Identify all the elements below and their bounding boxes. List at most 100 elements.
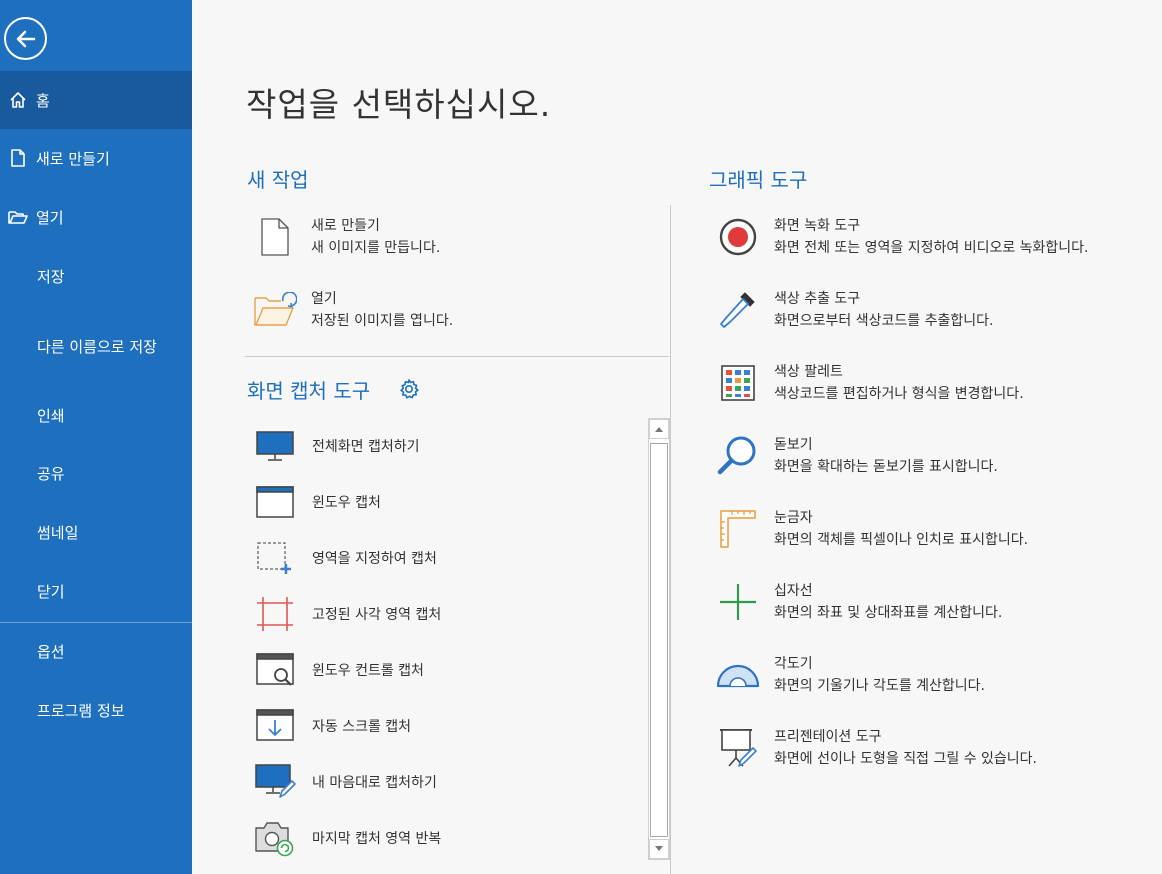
sidebar-item-save-as[interactable]: 다른 이름으로 저장 — [0, 317, 192, 375]
graphic-tool-color-picker[interactable]: 색상 추출 도구 화면으로부터 색상코드를 추출합니다. — [708, 288, 993, 332]
graphic-tool-palette[interactable]: 색상 팔레트 색상코드를 편집하거나 형식을 변경합니다. — [708, 361, 1024, 405]
capture-repeat-last[interactable]: 마지막 캡처 영역 반복 — [247, 813, 642, 863]
scroll-up-button[interactable] — [649, 419, 669, 439]
capture-region[interactable]: 영역을 지정하여 캡처 — [247, 533, 642, 583]
sidebar-item-label: 프로그램 정보 — [37, 701, 125, 720]
sidebar-item-about[interactable]: 프로그램 정보 — [0, 681, 192, 739]
sidebar-item-home[interactable]: 홈 — [0, 71, 192, 129]
item-desc: 저장된 이미지를 엽니다. — [311, 313, 454, 329]
sidebar-item-share[interactable]: 공유 — [0, 444, 192, 502]
graphic-tool-recorder[interactable]: 화면 녹화 도구 화면 전체 또는 영역을 지정하여 비디오로 녹화합니다. — [708, 215, 1089, 259]
presentation-icon — [708, 726, 768, 770]
item-title: 눈금자 — [774, 510, 813, 526]
back-arrow-icon — [16, 30, 35, 47]
open-folder-icon — [245, 292, 305, 328]
window-control-icon — [247, 652, 303, 688]
sidebar-item-options[interactable]: 옵션 — [0, 622, 192, 680]
item-desc: 화면의 좌표 및 상대좌표를 계산합니다. — [774, 605, 1003, 621]
freehand-capture-icon — [247, 763, 303, 801]
graphic-tool-protractor[interactable]: 각도기 화면의 기울기나 각도를 계산합니다. — [708, 653, 985, 697]
item-desc: 화면 전체 또는 영역을 지정하여 비디오로 녹화합니다. — [774, 240, 1089, 256]
open-image-item[interactable]: 열기 저장된 이미지를 엽니다. — [245, 288, 453, 332]
item-title: 새로 만들기 — [311, 218, 380, 234]
item-title: 돋보기 — [774, 437, 813, 453]
sidebar-item-save[interactable]: 저장 — [0, 247, 192, 305]
sidebar-item-open[interactable]: 열기 — [0, 188, 192, 246]
scroll-down-button[interactable] — [649, 839, 669, 859]
auto-scroll-icon — [247, 708, 303, 744]
item-title: 색상 팔레트 — [774, 364, 843, 380]
item-title: 십자선 — [774, 583, 813, 599]
capture-window[interactable]: 윈도우 캡처 — [247, 477, 642, 527]
sidebar-item-label: 닫기 — [37, 582, 65, 601]
capture-item-label: 마지막 캡처 영역 반복 — [312, 831, 442, 847]
sidebar-item-thumbnail[interactable]: 썸네일 — [0, 503, 192, 561]
new-image-item[interactable]: 새로 만들기 새 이미지를 만듭니다. — [245, 215, 440, 259]
sidebar-item-label: 홈 — [36, 91, 50, 110]
chevron-down-icon — [655, 846, 663, 851]
sidebar-item-label: 열기 — [36, 208, 64, 227]
chevron-up-icon — [655, 427, 663, 432]
item-desc: 색상코드를 편집하거나 형식을 변경합니다. — [774, 386, 1024, 402]
sidebar-item-label: 다른 이름으로 저장 — [37, 337, 157, 356]
ruler-icon — [708, 508, 768, 550]
palette-icon — [708, 364, 768, 402]
capture-freehand[interactable]: 내 마음대로 캡처하기 — [247, 757, 642, 807]
magnifier-icon — [708, 434, 768, 478]
item-title: 열기 — [311, 291, 337, 307]
item-title: 각도기 — [774, 656, 813, 672]
capture-item-label: 전체화면 캡처하기 — [312, 439, 420, 455]
protractor-icon — [708, 660, 768, 690]
item-desc: 화면의 기울기나 각도를 계산합니다. — [774, 678, 985, 694]
window-icon — [247, 485, 303, 519]
capture-auto-scroll[interactable]: 자동 스크롤 캡처 — [247, 701, 642, 751]
section-title-capture: 화면 캡처 도구 — [247, 379, 371, 403]
item-desc: 화면으로부터 색상코드를 추출합니다. — [774, 313, 994, 329]
crosshair-icon — [708, 582, 768, 622]
folder-open-icon — [0, 209, 36, 225]
gear-icon[interactable] — [398, 378, 420, 404]
capture-fullscreen[interactable]: 전체화면 캡처하기 — [247, 421, 642, 471]
sidebar-item-label: 옵션 — [37, 642, 65, 661]
sidebar-item-label: 새로 만들기 — [36, 149, 110, 168]
sidebar-item-close[interactable]: 닫기 — [0, 562, 192, 620]
scroll-thumb[interactable] — [650, 443, 668, 837]
home-icon — [0, 91, 36, 109]
capture-item-label: 윈도우 컨트롤 캡처 — [312, 663, 424, 679]
section-title-graphic: 그래픽 도구 — [709, 168, 808, 192]
fixed-rect-icon — [247, 595, 303, 633]
capture-item-label: 고정된 사각 영역 캡처 — [312, 607, 442, 623]
sidebar-item-label: 저장 — [37, 267, 65, 286]
new-document-icon — [245, 217, 305, 257]
item-desc: 새 이미지를 만듭니다. — [311, 240, 441, 256]
graphic-tool-presentation[interactable]: 프리젠테이션 도구 화면에 선이나 도형을 직접 그릴 수 있습니다. — [708, 726, 1037, 770]
sidebar-item-label: 공유 — [37, 464, 65, 483]
graphic-tool-crosshair[interactable]: 십자선 화면의 좌표 및 상대좌표를 계산합니다. — [708, 580, 1002, 624]
capture-fixed-rect[interactable]: 고정된 사각 영역 캡처 — [247, 589, 642, 639]
sidebar: 홈 새로 만들기 열기 저장 다른 이름으로 저장 인쇄 공유 썸네일 닫기 옵… — [0, 0, 192, 874]
page-title: 작업을 선택하십시오. — [246, 85, 552, 124]
back-button[interactable] — [4, 17, 47, 60]
new-file-icon — [0, 149, 36, 167]
item-title: 화면 녹화 도구 — [774, 218, 861, 234]
capture-item-label: 내 마음대로 캡처하기 — [312, 775, 437, 791]
capture-window-control[interactable]: 윈도우 컨트롤 캡처 — [247, 645, 642, 695]
repeat-capture-icon — [247, 819, 303, 857]
item-desc: 화면을 확대하는 돋보기를 표시합니다. — [774, 459, 998, 475]
item-desc: 화면에 선이나 도형을 직접 그릴 수 있습니다. — [774, 751, 1037, 767]
graphic-tool-magnifier[interactable]: 돋보기 화면을 확대하는 돋보기를 표시합니다. — [708, 434, 998, 478]
monitor-icon — [247, 430, 303, 462]
sidebar-item-new[interactable]: 새로 만들기 — [0, 129, 192, 187]
sidebar-item-print[interactable]: 인쇄 — [0, 386, 192, 444]
capture-list-scrollbar[interactable] — [648, 418, 670, 860]
graphic-tool-ruler[interactable]: 눈금자 화면의 객체를 픽셀이나 인치로 표시합니다. — [708, 507, 1028, 551]
sidebar-item-label: 인쇄 — [37, 406, 65, 425]
section-divider — [245, 356, 669, 357]
column-divider — [670, 205, 671, 874]
region-select-icon — [247, 540, 303, 576]
capture-item-label: 자동 스크롤 캡처 — [312, 719, 412, 735]
eyedropper-icon — [708, 289, 768, 331]
capture-item-label: 윈도우 캡처 — [312, 495, 381, 511]
capture-item-label: 영역을 지정하여 캡처 — [312, 551, 437, 567]
item-title: 색상 추출 도구 — [774, 291, 861, 307]
